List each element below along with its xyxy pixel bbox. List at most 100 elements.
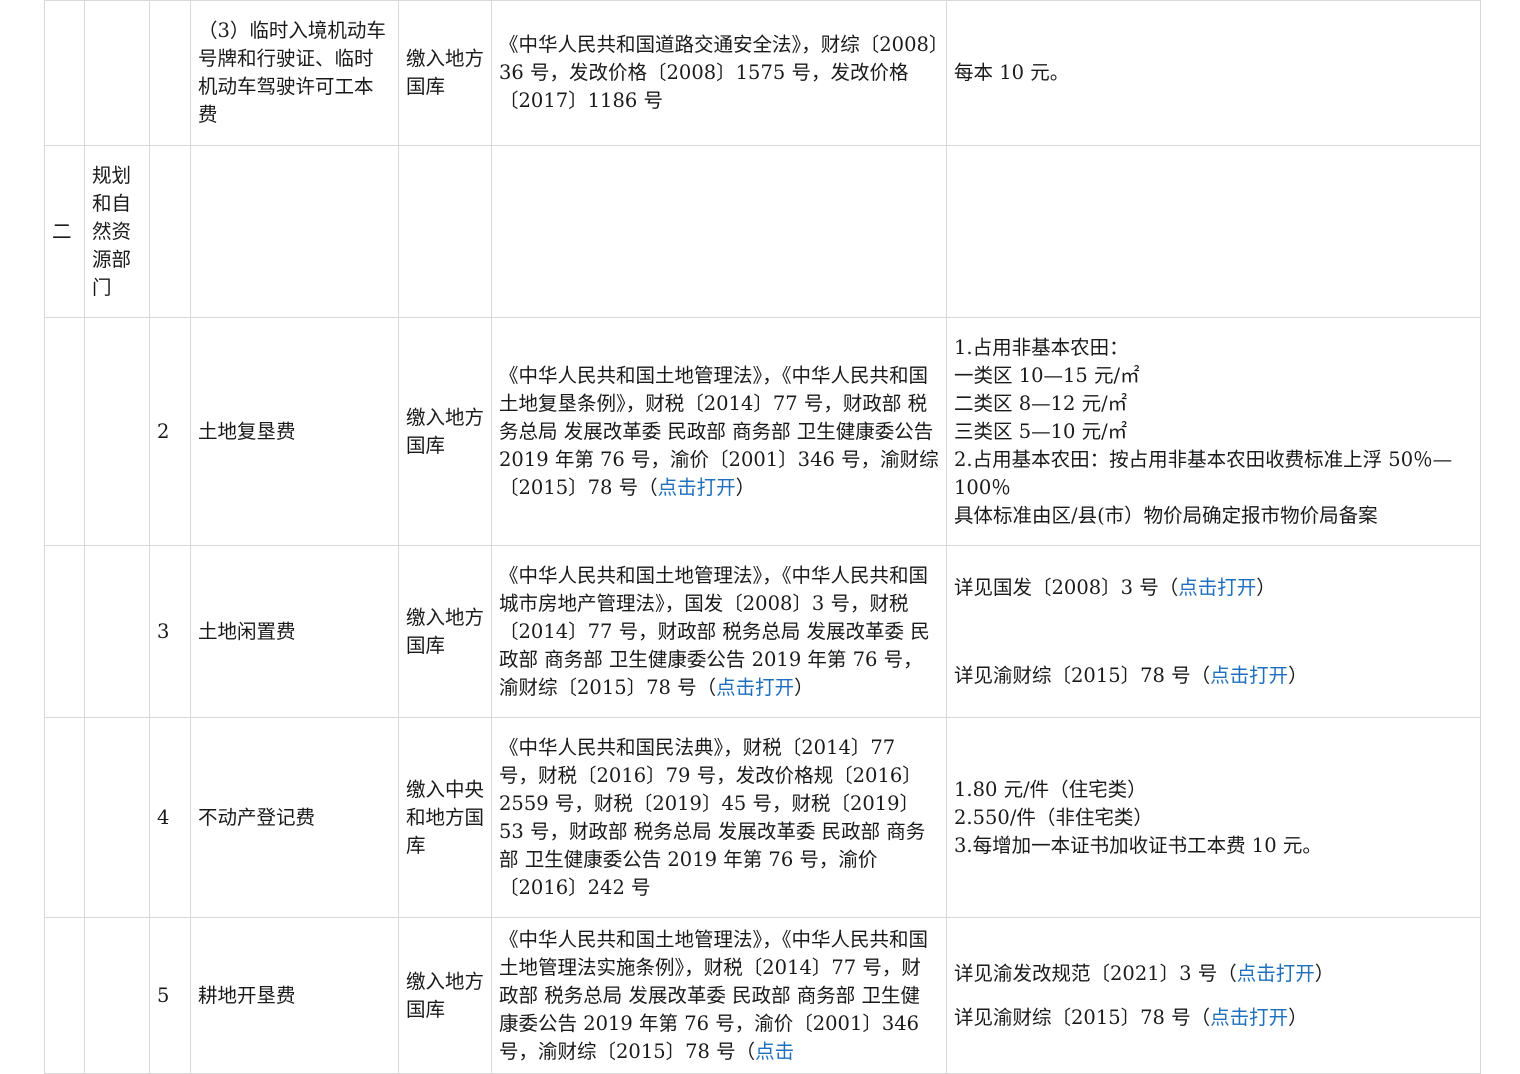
standard-tail: ） bbox=[1288, 1005, 1308, 1029]
fee-table: （3）临时入境机动车号牌和行驶证、临时机动车驾驶许可工本费 缴入地方国库 《中华… bbox=[44, 0, 1481, 1074]
department-cell: 规划和自然资源部门 bbox=[84, 145, 150, 318]
index-cell bbox=[44, 317, 85, 546]
number-cell bbox=[149, 145, 191, 318]
open-link[interactable]: 点击打开 bbox=[716, 676, 794, 699]
treasury-text: 缴入地方国库 bbox=[406, 605, 485, 657]
standard-cell: 1.占用非基本农田： 一类区 10—15 元/㎡ 二类区 8—12 元/㎡ 三类… bbox=[946, 317, 1481, 546]
open-link[interactable]: 点击打开 bbox=[1210, 664, 1288, 687]
index-cell bbox=[44, 545, 85, 718]
number-cell: 4 bbox=[149, 717, 191, 918]
department-cell bbox=[84, 917, 150, 1074]
treasury-cell: 缴入地方国库 bbox=[398, 317, 492, 546]
standard-cell: 1.80 元/件（住宅类） 2.550/件（非住宅类） 3.每增加一本证书加收证… bbox=[946, 717, 1481, 918]
basis-cell: 《中华人民共和国道路交通安全法》，财综〔2008〕36 号，发改价格〔2008〕… bbox=[491, 0, 947, 146]
standard-line: 详见国发〔2008〕3 号（点击打开） bbox=[954, 574, 1473, 602]
standard-line: 2.550/件（非住宅类） bbox=[954, 805, 1153, 829]
standard-text: 详见渝财综〔2015〕78 号（ bbox=[954, 1005, 1211, 1029]
basis-text: 《中华人民共和国民法典》，财税〔2014〕77 号，财税〔2016〕79 号，发… bbox=[499, 735, 926, 899]
treasury-cell: 缴入地方国库 bbox=[398, 0, 492, 146]
basis-cell: 《中华人民共和国土地管理法》，《中华人民共和国土地复垦条例》，财税〔2014〕7… bbox=[491, 317, 947, 546]
table-row: 2 土地复垦费 缴入地方国库 《中华人民共和国土地管理法》，《中华人民共和国土地… bbox=[44, 317, 1481, 546]
row-number: 5 bbox=[157, 983, 170, 1007]
treasury-text: 缴入地方国库 bbox=[406, 405, 485, 457]
treasury-text: 缴入地方国库 bbox=[406, 969, 485, 1021]
standard-line: 一类区 10—15 元/㎡ bbox=[954, 363, 1140, 387]
open-link[interactable]: 点击打开 bbox=[1210, 1006, 1288, 1029]
standard-tail: ） bbox=[1256, 575, 1276, 599]
basis-tail: ） bbox=[794, 675, 814, 699]
standard-line: 1.80 元/件（住宅类） bbox=[954, 777, 1147, 801]
index-cell bbox=[44, 917, 85, 1074]
item-cell: 不动产登记费 bbox=[190, 717, 399, 918]
basis-cell bbox=[491, 145, 947, 318]
index-cell bbox=[44, 0, 85, 146]
basis-text: 《中华人民共和国道路交通安全法》，财综〔2008〕36 号，发改价格〔2008〕… bbox=[499, 33, 939, 112]
standard-tail: ） bbox=[1288, 663, 1308, 687]
treasury-cell: 缴入地方国库 bbox=[398, 545, 492, 718]
basis-tail: ） bbox=[735, 475, 756, 499]
standard-text: 详见渝发改规范〔2021〕3 号（ bbox=[954, 961, 1237, 985]
open-link[interactable]: 点击 bbox=[755, 1040, 794, 1063]
standard-line: 具体标准由区/县(市）物价局确定报市物价局备案 bbox=[954, 503, 1378, 527]
item-cell: 土地闲置费 bbox=[190, 545, 399, 718]
standard-line: 1.占用非基本农田： bbox=[954, 335, 1129, 359]
standard-text: 详见渝财综〔2015〕78 号（ bbox=[954, 663, 1211, 687]
item-cell: （3）临时入境机动车号牌和行驶证、临时机动车驾驶许可工本费 bbox=[190, 0, 399, 146]
department-cell bbox=[84, 0, 150, 146]
standard-cell bbox=[946, 145, 1481, 318]
row-number: 4 bbox=[157, 805, 170, 829]
row-number: 2 bbox=[157, 419, 170, 443]
department-cell bbox=[84, 317, 150, 546]
table-row: 4 不动产登记费 缴入中央和地方国库 《中华人民共和国民法典》，财税〔2014〕… bbox=[44, 717, 1481, 918]
standard-line: 二类区 8—12 元/㎡ bbox=[954, 391, 1128, 415]
item-name: （3）临时入境机动车号牌和行驶证、临时机动车驾驶许可工本费 bbox=[198, 19, 386, 126]
table-row: 5 耕地开垦费 缴入地方国库 《中华人民共和国土地管理法》，《中华人民共和国土地… bbox=[44, 917, 1481, 1074]
number-cell: 3 bbox=[149, 545, 191, 718]
item-cell bbox=[190, 145, 399, 318]
item-name: 土地闲置费 bbox=[198, 619, 296, 643]
item-name: 不动产登记费 bbox=[198, 805, 316, 829]
basis-cell: 《中华人民共和国民法典》，财税〔2014〕77 号，财税〔2016〕79 号，发… bbox=[491, 717, 947, 918]
standard-line: 2.占用基本农田：按占用非基本农田收费标准上浮 50％—100％ bbox=[954, 447, 1453, 499]
open-link[interactable]: 点击打开 bbox=[658, 476, 736, 499]
number-cell: 5 bbox=[149, 917, 191, 1074]
treasury-cell: 缴入地方国库 bbox=[398, 917, 492, 1074]
standard-cell: 每本 10 元。 bbox=[946, 0, 1481, 146]
table-row: （3）临时入境机动车号牌和行驶证、临时机动车驾驶许可工本费 缴入地方国库 《中华… bbox=[44, 0, 1481, 146]
index-cell: 二 bbox=[44, 145, 85, 318]
open-link[interactable]: 点击打开 bbox=[1237, 962, 1315, 985]
number-cell: 2 bbox=[149, 317, 191, 546]
treasury-cell bbox=[398, 145, 492, 318]
item-cell: 耕地开垦费 bbox=[190, 917, 399, 1074]
basis-text: 《中华人民共和国土地管理法》，《中华人民共和国土地管理法实施条例》，财税〔201… bbox=[499, 927, 929, 1063]
standard-line: 三类区 5—10 元/㎡ bbox=[954, 419, 1128, 443]
standard-line: 3.每增加一本证书加收证书工本费 10 元。 bbox=[954, 833, 1322, 857]
basis-text: 《中华人民共和国土地管理法》，《中华人民共和国城市房地产管理法》，国发〔2008… bbox=[499, 563, 930, 699]
item-name: 耕地开垦费 bbox=[198, 983, 296, 1007]
standard-cell: 详见国发〔2008〕3 号（点击打开） 详见渝财综〔2015〕78 号（点击打开… bbox=[946, 545, 1481, 718]
item-cell: 土地复垦费 bbox=[190, 317, 399, 546]
item-name: 土地复垦费 bbox=[198, 419, 296, 443]
basis-cell: 《中华人民共和国土地管理法》，《中华人民共和国城市房地产管理法》，国发〔2008… bbox=[491, 545, 947, 718]
standard-tail: ） bbox=[1314, 961, 1335, 985]
section-index: 二 bbox=[52, 219, 72, 243]
standard-text: 详见国发〔2008〕3 号（ bbox=[954, 575, 1179, 599]
basis-cell: 《中华人民共和国土地管理法》，《中华人民共和国土地管理法实施条例》，财税〔201… bbox=[491, 917, 947, 1074]
standard-line: 详见渝财综〔2015〕78 号（点击打开） bbox=[954, 1004, 1473, 1032]
standard-line: 详见渝发改规范〔2021〕3 号（点击打开） bbox=[954, 960, 1473, 988]
number-cell bbox=[149, 0, 191, 146]
treasury-text: 缴入地方国库 bbox=[406, 47, 485, 98]
department-name: 规划和自然资源部门 bbox=[92, 163, 132, 299]
index-cell bbox=[44, 717, 85, 918]
open-link[interactable]: 点击打开 bbox=[1178, 576, 1256, 599]
row-number: 3 bbox=[157, 619, 170, 643]
treasury-cell: 缴入中央和地方国库 bbox=[398, 717, 492, 918]
department-cell bbox=[84, 545, 150, 718]
treasury-text: 缴入中央和地方国库 bbox=[406, 777, 485, 857]
department-cell bbox=[84, 717, 150, 918]
standard-text: 每本 10 元。 bbox=[954, 61, 1070, 84]
table-row: 二 规划和自然资源部门 bbox=[44, 145, 1481, 318]
standard-cell: 详见渝发改规范〔2021〕3 号（点击打开） 详见渝财综〔2015〕78 号（点… bbox=[946, 917, 1481, 1074]
